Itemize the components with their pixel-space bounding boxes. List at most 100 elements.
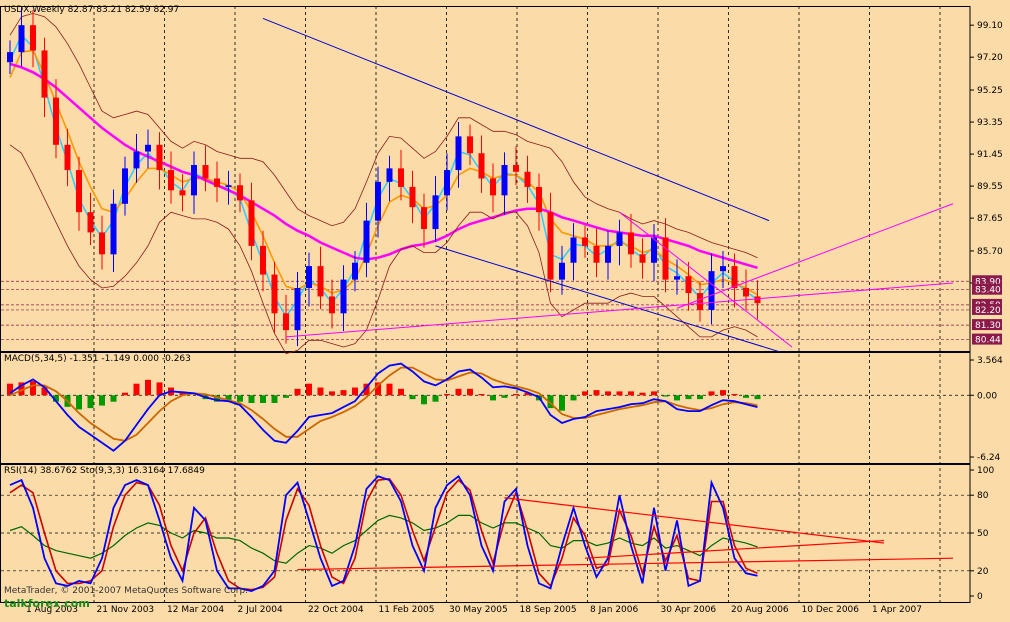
candle-body xyxy=(513,165,519,172)
candle-body xyxy=(421,207,427,230)
macd-histogram-bar xyxy=(409,395,416,400)
macd-histogram-bar xyxy=(432,395,439,402)
candle-body xyxy=(731,266,738,289)
candle-body xyxy=(18,25,25,53)
macd-histogram-bar xyxy=(110,395,117,402)
rsi-line xyxy=(9,514,758,564)
x-tick-label: 1 Apr 2007 xyxy=(872,605,922,615)
candle-body xyxy=(386,168,393,182)
macd-histogram-bar xyxy=(674,395,680,401)
macd-histogram-bar xyxy=(352,387,358,396)
macd-histogram-bar xyxy=(708,391,715,396)
macd-signal-line xyxy=(9,366,758,442)
candle-body xyxy=(375,181,381,221)
macd-histogram-bar xyxy=(444,393,450,396)
candle-body xyxy=(99,232,105,255)
x-tick-label: 12 Mar 2004 xyxy=(167,605,224,615)
candle-body xyxy=(754,296,761,304)
macd-histogram-bar xyxy=(156,382,163,396)
price-label: 80.44 xyxy=(975,336,1001,346)
candle-body xyxy=(283,313,289,331)
y-tick-label: 89.55 xyxy=(977,182,1003,192)
candle-body xyxy=(536,186,542,213)
candle-body xyxy=(570,237,577,263)
macd-histogram-bar xyxy=(467,388,473,396)
candle-body xyxy=(697,293,703,310)
macd-histogram-bar xyxy=(398,388,404,396)
candle-body xyxy=(593,245,600,263)
candle-body xyxy=(41,50,48,98)
candle-body xyxy=(490,178,496,196)
macd-histogram-bar xyxy=(260,395,266,403)
candle-body xyxy=(168,170,174,191)
chart-window: 1 Aug 2003 21 Nov 2003 12 Mar 2004 2 Jul 20… xyxy=(0,0,1010,618)
macd-histogram-bar xyxy=(570,395,577,401)
candle-body xyxy=(501,165,508,196)
y-tick-label: 95.25 xyxy=(977,86,1003,96)
candle-body xyxy=(64,144,71,171)
y-tick-label: 50 xyxy=(977,529,989,539)
candle-body xyxy=(398,168,404,187)
x-tick-label: 2 Jul 2004 xyxy=(238,605,283,615)
macd-histogram-bar xyxy=(582,391,588,396)
candle-body xyxy=(662,237,669,280)
trend-line xyxy=(619,211,793,348)
macd-histogram-bar xyxy=(697,395,703,400)
price-label: 82.20 xyxy=(975,306,1001,316)
candle-body xyxy=(616,232,623,246)
macd-histogram-bar xyxy=(685,395,692,400)
macd-histogram-bar xyxy=(87,395,94,409)
y-tick-label: 0 xyxy=(977,592,983,602)
y-tick-label: -6.24 xyxy=(977,453,1001,463)
y-tick-label: 93.35 xyxy=(977,118,1003,128)
candle-body xyxy=(191,165,197,196)
macd-histogram-bar xyxy=(616,391,623,396)
candle-body xyxy=(214,178,220,187)
macd-title: MACD(5,34,5) -1.351 -1.149 0.000 -0.263 xyxy=(4,354,191,364)
candle-body xyxy=(145,144,151,152)
candle-body xyxy=(133,151,140,169)
macd-histogram-bar xyxy=(248,395,255,403)
chart-canvas: 1 Aug 2003 21 Nov 2003 12 Mar 2004 2 Jul 20… xyxy=(0,5,1003,615)
candle-body xyxy=(202,165,209,179)
trend-line xyxy=(262,17,770,222)
candle-body xyxy=(639,254,646,263)
macd-histogram-bar xyxy=(605,391,611,396)
candle-body xyxy=(122,168,128,204)
x-tick-label: 30 Apr 2006 xyxy=(661,605,717,615)
macd-histogram-bar xyxy=(133,383,140,396)
rsi-trend-line xyxy=(297,557,954,571)
candle-body xyxy=(455,136,462,171)
candle-body xyxy=(30,25,36,51)
macd-histogram-bar xyxy=(237,395,243,402)
macd-histogram-bar xyxy=(122,392,128,396)
macd-histogram-bar xyxy=(317,387,324,396)
macd-histogram-bar xyxy=(501,395,508,398)
candle-body xyxy=(524,171,531,187)
x-tick-label: 18 Sep 2005 xyxy=(520,605,577,615)
macd-histogram-bar xyxy=(421,395,427,405)
candle-body xyxy=(271,274,278,314)
macd-histogram-bar xyxy=(455,388,462,396)
rsi-title: RSI(14) 38.6762 Sto(9,3,3) 16.3164 17.68… xyxy=(4,466,205,476)
rsi-trend-line xyxy=(504,497,885,544)
candle-body xyxy=(87,212,94,233)
panel-frame-2 xyxy=(0,352,971,464)
y-tick-label: 3.564 xyxy=(977,356,1003,366)
candle-body xyxy=(294,288,301,331)
y-tick-label: 97.20 xyxy=(977,53,1003,63)
price-label: 83.40 xyxy=(975,286,1001,296)
y-tick-label: 91.45 xyxy=(977,150,1003,160)
macd-histogram-bar xyxy=(639,392,646,396)
candle-body xyxy=(605,245,611,263)
y-tick-label: 0.00 xyxy=(977,391,997,401)
copyright-text: MetaTrader, © 2001-2007 MetaQuotes Softw… xyxy=(4,586,248,596)
candle-body xyxy=(720,266,726,272)
macd-histogram-bar xyxy=(651,391,657,396)
macd-histogram-bar xyxy=(30,381,36,396)
y-tick-label: 80 xyxy=(977,491,989,501)
candle-body xyxy=(7,52,13,63)
price-label: 81.30 xyxy=(975,321,1001,331)
x-tick-label: 20 Aug 2006 xyxy=(731,605,789,615)
macd-histogram-bar xyxy=(513,393,519,396)
